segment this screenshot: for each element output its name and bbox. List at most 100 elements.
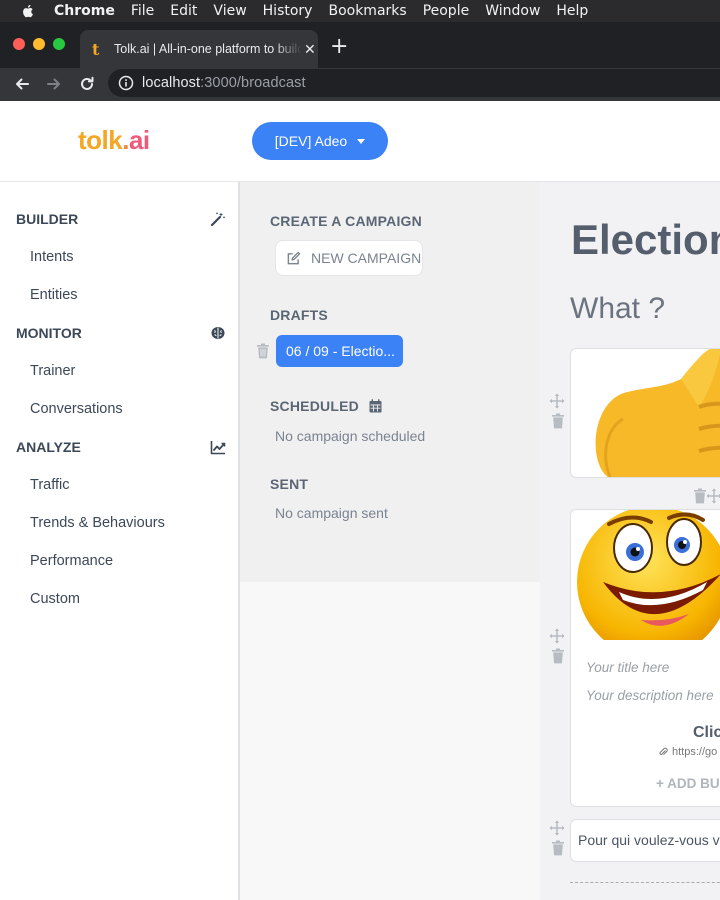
new-campaign-button[interactable]: NEW CAMPAIGN (275, 240, 423, 276)
rich-card[interactable]: Your title here Your description here Cl… (570, 509, 720, 807)
menu-bookmarks[interactable]: Bookmarks (328, 3, 406, 19)
brain-icon (211, 327, 225, 339)
drafts-heading: DRAFTS (270, 307, 328, 323)
divider (570, 882, 720, 883)
menu-edit[interactable]: Edit (170, 3, 197, 19)
new-campaign-label: NEW CAMPAIGN (311, 250, 422, 266)
menu-view[interactable]: View (213, 3, 246, 19)
environment-dropdown[interactable]: [DEV] Adeo (252, 122, 388, 160)
sidebar-item-trainer[interactable]: Trainer (30, 363, 75, 379)
menu-people[interactable]: People (423, 3, 470, 19)
menu-help[interactable]: Help (556, 3, 588, 19)
calendar-icon (369, 399, 382, 413)
campaign-title[interactable]: Election (571, 216, 720, 264)
move-icon[interactable] (549, 820, 565, 836)
magic-wand-icon (210, 212, 226, 227)
campaign-editor: Election What ? Your title here Your des… (540, 182, 720, 900)
move-icon[interactable] (549, 628, 565, 644)
text-message-card[interactable]: Pour qui voulez-vous v (570, 819, 720, 862)
sidebar-item-performance[interactable]: Performance (30, 553, 113, 569)
sidebar-section-builder[interactable]: BUILDER (16, 209, 226, 229)
url-text: localhost:3000/broadcast (142, 75, 306, 91)
menu-history[interactable]: History (263, 3, 313, 19)
move-icon[interactable] (549, 393, 565, 409)
browser-tab-strip: t Tolk.ai | All-in-one platform to build… (0, 22, 720, 68)
scheduled-label: SCHEDULED (270, 398, 359, 414)
campaigns-panel-empty-area (240, 582, 540, 900)
environment-label: [DEV] Adeo (274, 133, 348, 149)
forward-button[interactable] (43, 73, 65, 95)
campaigns-panel: CREATE A CAMPAIGN NEW CAMPAIGN DRAFTS 06… (240, 182, 540, 582)
logo-dot: . (122, 125, 129, 155)
sidebar-section-label: ANALYZE (16, 439, 81, 455)
reload-icon (81, 76, 94, 90)
sidebar-item-custom[interactable]: Custom (30, 591, 80, 607)
sidebar-section-label: MONITOR (16, 325, 82, 341)
info-icon[interactable] (118, 75, 134, 91)
card-button-title[interactable]: Clic (693, 724, 720, 742)
new-tab-icon[interactable]: + (330, 34, 348, 59)
trash-icon[interactable] (256, 343, 270, 359)
sidebar-item-traffic[interactable]: Traffic (30, 477, 69, 493)
sidebar-item-entities[interactable]: Entities (30, 287, 78, 303)
macos-menu-bar: Chrome File Edit View History Bookmarks … (0, 0, 720, 22)
menu-file[interactable]: File (131, 3, 154, 19)
trash-icon[interactable] (550, 648, 566, 664)
menu-app-name[interactable]: Chrome (54, 3, 115, 19)
app-header: tolk.ai [DEV] Adeo (0, 101, 720, 182)
reload-button[interactable] (76, 73, 98, 95)
smiley-image (571, 510, 720, 658)
back-button[interactable] (11, 73, 33, 95)
apple-icon[interactable] (19, 2, 37, 20)
logo-part-b: ai (128, 125, 150, 155)
edit-icon (287, 251, 301, 264)
sent-empty-text: No campaign sent (275, 505, 388, 521)
scheduled-heading: SCHEDULED (270, 398, 382, 414)
trash-icon[interactable] (550, 413, 566, 429)
image-card[interactable] (570, 348, 720, 478)
logo-part-a: tolk (78, 125, 123, 155)
tab-close-icon[interactable]: ✕ (304, 41, 316, 58)
sidebar-item-intents[interactable]: Intents (30, 249, 74, 265)
sent-heading: SENT (270, 476, 308, 492)
sidebar: BUILDER Intents Entities MONITOR Trainer… (0, 182, 240, 900)
sidebar-section-label: BUILDER (16, 211, 79, 227)
address-bar[interactable]: localhost:3000/broadcast (108, 69, 720, 97)
sidebar-section-analyze[interactable]: ANALYZE (16, 437, 226, 457)
sent-label: SENT (270, 476, 309, 492)
window-close-button[interactable] (13, 38, 25, 50)
browser-tab[interactable]: t Tolk.ai | All-in-one platform to build… (80, 30, 318, 68)
sidebar-section-monitor[interactable]: MONITOR (16, 323, 226, 343)
chevron-down-icon (357, 138, 366, 144)
browser-toolbar: localhost:3000/broadcast (0, 68, 720, 101)
card-title-input[interactable]: Your title here (586, 660, 669, 675)
back-arrow-icon (16, 78, 29, 90)
trash-icon[interactable] (550, 840, 566, 856)
text-message-content[interactable]: Pour qui voulez-vous v (578, 832, 720, 848)
window-maximize-button[interactable] (53, 38, 65, 50)
create-campaign-heading: CREATE A CAMPAIGN (270, 213, 422, 229)
url-path: :3000/broadcast (200, 75, 306, 91)
card-description-input[interactable]: Your description here (586, 688, 714, 703)
tolk-logo[interactable]: tolk.ai (78, 125, 150, 156)
tab-favicon-icon: t (92, 39, 100, 59)
create-campaign-label: CREATE A CAMPAIGN (270, 213, 422, 229)
thumbs-up-image (595, 349, 720, 477)
add-button-button[interactable]: + ADD BU (656, 776, 720, 791)
sidebar-item-trends-behaviours[interactable]: Trends & Behaviours (30, 515, 165, 531)
window-minimize-button[interactable] (33, 38, 45, 50)
question-heading: What ? (570, 292, 666, 325)
card-button-url: https://go (672, 746, 718, 758)
drafts-label: DRAFTS (270, 307, 328, 323)
sidebar-item-conversations[interactable]: Conversations (30, 401, 123, 417)
move-icon[interactable] (706, 488, 720, 504)
card-button-link: https://go (659, 746, 717, 758)
menu-window[interactable]: Window (485, 3, 540, 19)
draft-campaign-item[interactable]: 06 / 09 - Electio... (276, 335, 403, 367)
tab-title: Tolk.ai | All-in-one platform to build (114, 42, 302, 56)
draft-campaign-label: 06 / 09 - Electio... (286, 343, 395, 359)
link-icon (659, 747, 668, 756)
url-host: localhost (142, 75, 201, 91)
scheduled-empty-text: No campaign scheduled (275, 428, 426, 444)
line-chart-icon (210, 441, 226, 455)
